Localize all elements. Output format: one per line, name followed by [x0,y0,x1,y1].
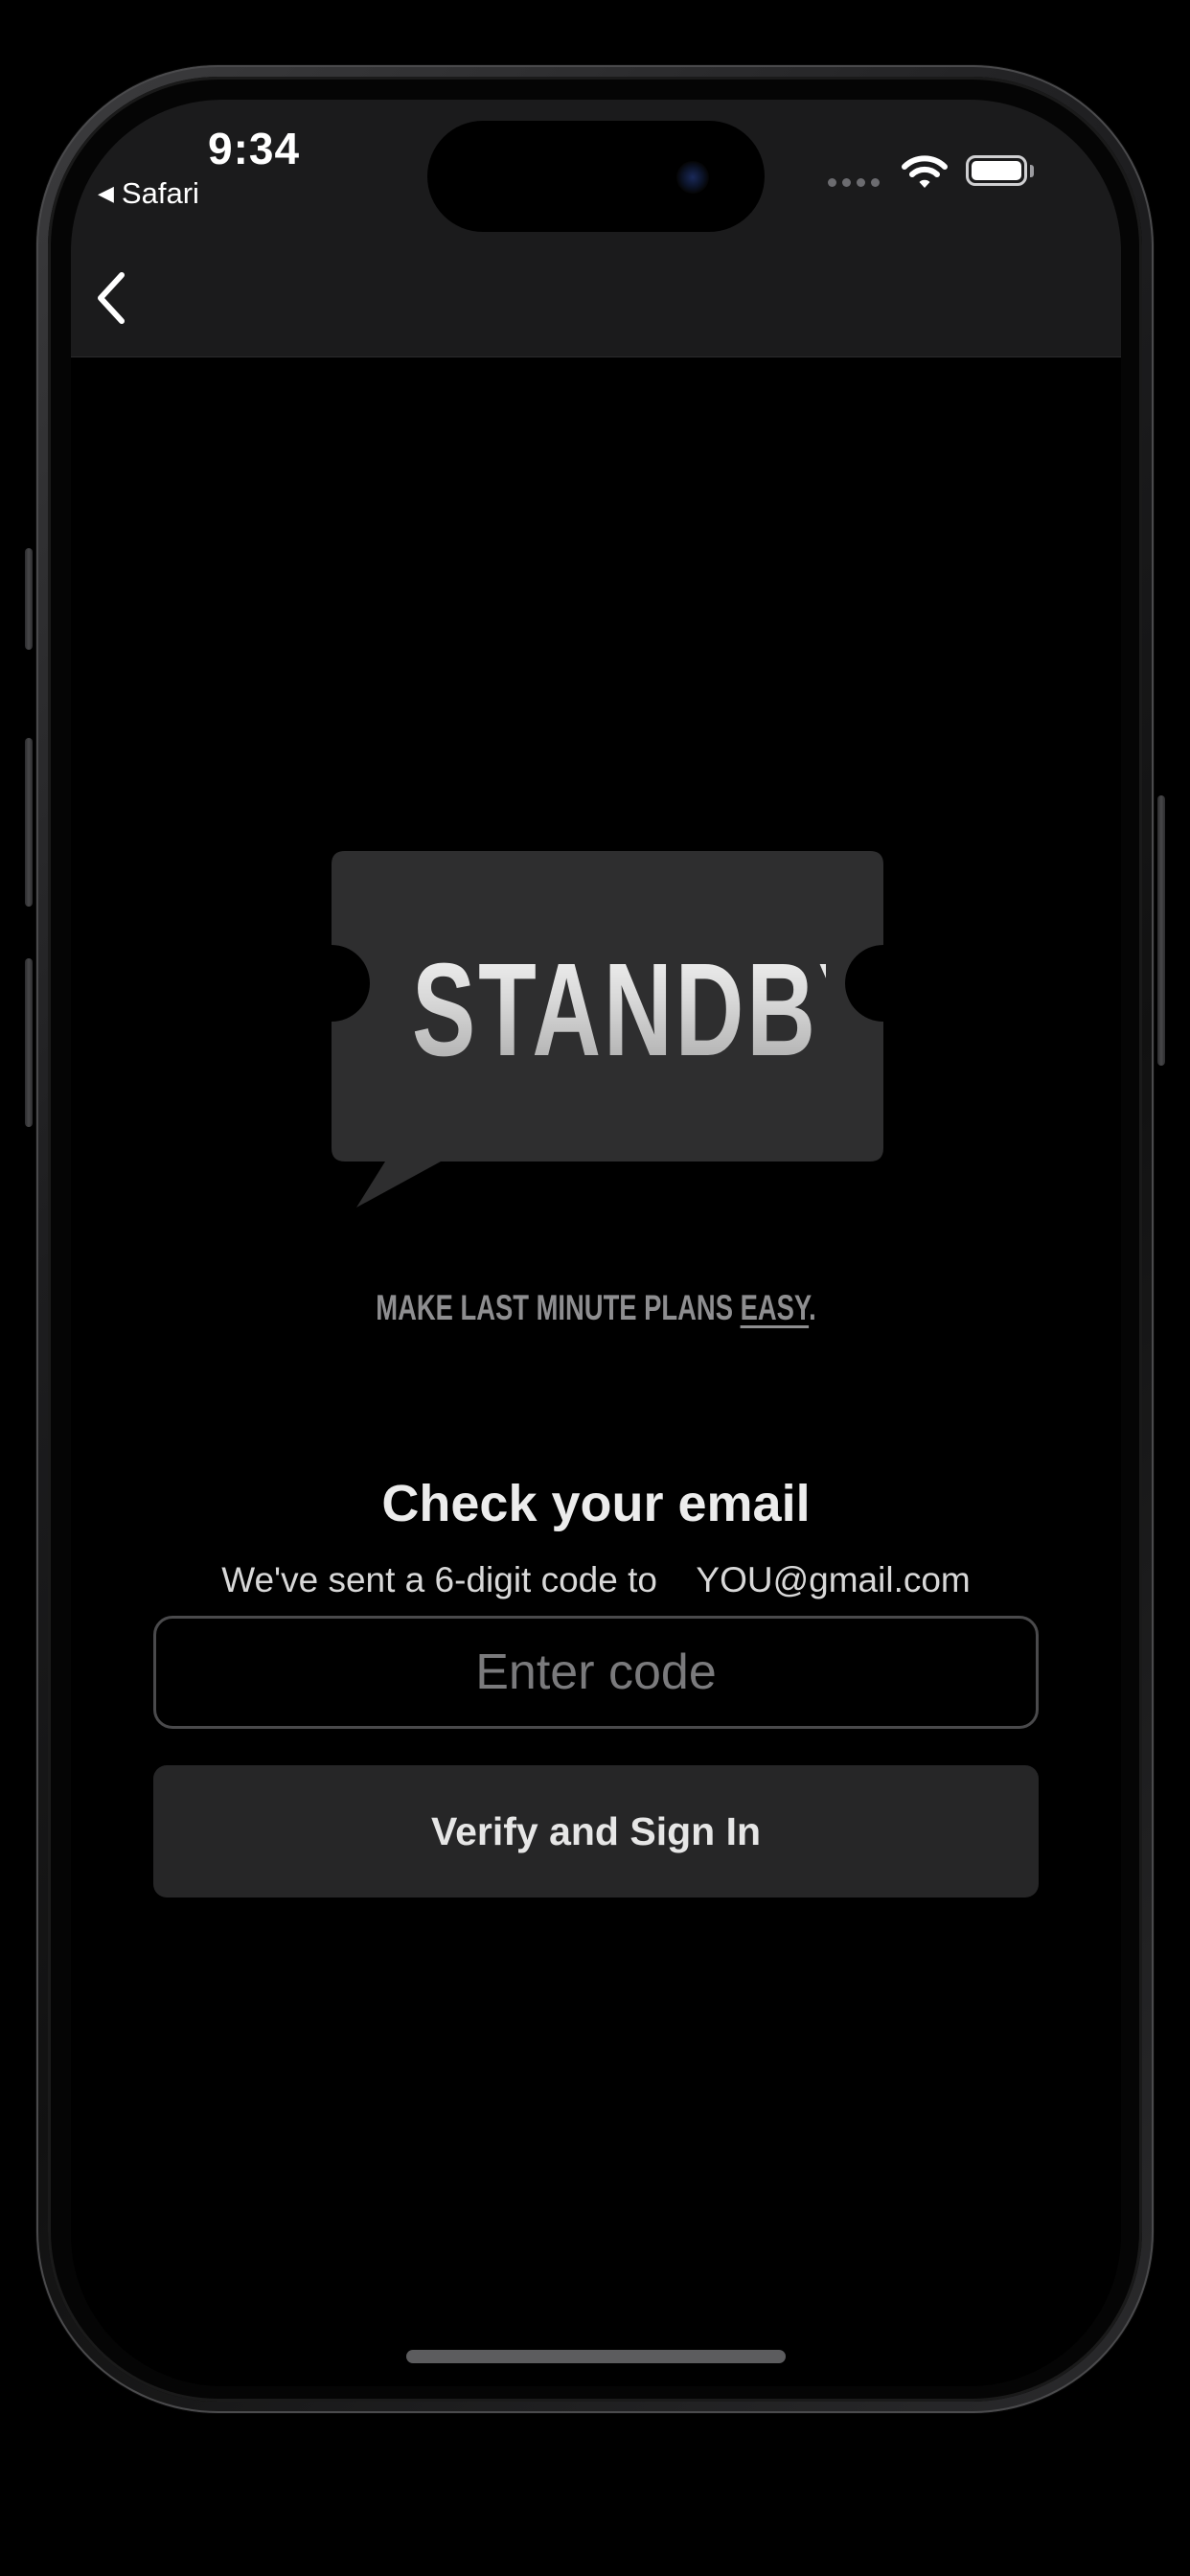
logo-wordmark: STANDBY [412,936,885,1084]
verify-sign-in-button[interactable]: Verify and Sign In [153,1765,1039,1898]
page-title: Check your email [381,1475,811,1532]
code-sent-message: We've sent a 6-digit code to YOU@gmail.c… [71,1560,1121,1600]
dynamic-island [427,121,765,232]
volume-down-button [25,958,33,1127]
back-to-safari-link[interactable]: ◀ Safari [98,176,199,211]
front-camera [676,161,709,194]
back-triangle-icon: ◀ [98,181,114,205]
screen: 9:34 ◀ Safari STANDBY MAKE LAST MINUTE P… [71,100,1121,2386]
navigation-bar: 9:34 ◀ Safari [71,100,1121,357]
chevron-left-icon [98,272,125,324]
home-indicator[interactable] [406,2350,786,2363]
tagline-emphasis: EASY [740,1288,810,1327]
cellular-signal-icon [828,178,880,187]
tagline-suffix: . [809,1288,816,1327]
code-input[interactable] [153,1616,1039,1729]
status-time: 9:34 [208,124,301,173]
code-sent-prefix: We've sent a 6-digit code to [221,1560,657,1599]
volume-up-button [25,738,33,907]
email-address: YOU@gmail.com [696,1560,971,1599]
back-button[interactable] [84,264,138,332]
back-to-app-label: Safari [121,176,199,210]
tagline: MAKE LAST MINUTE PLANS EASY. [207,1288,984,1328]
battery-fill [972,161,1021,180]
standby-logo: STANDBY [332,851,906,1215]
wifi-icon [902,155,948,188]
power-button [1157,795,1165,1066]
action-button [25,548,33,650]
tagline-prefix: MAKE LAST MINUTE PLANS [376,1288,741,1327]
battery-icon [966,155,1027,186]
device-mockup: 9:34 ◀ Safari STANDBY MAKE LAST MINUTE P… [0,0,1190,2576]
battery-cap [1030,165,1034,177]
